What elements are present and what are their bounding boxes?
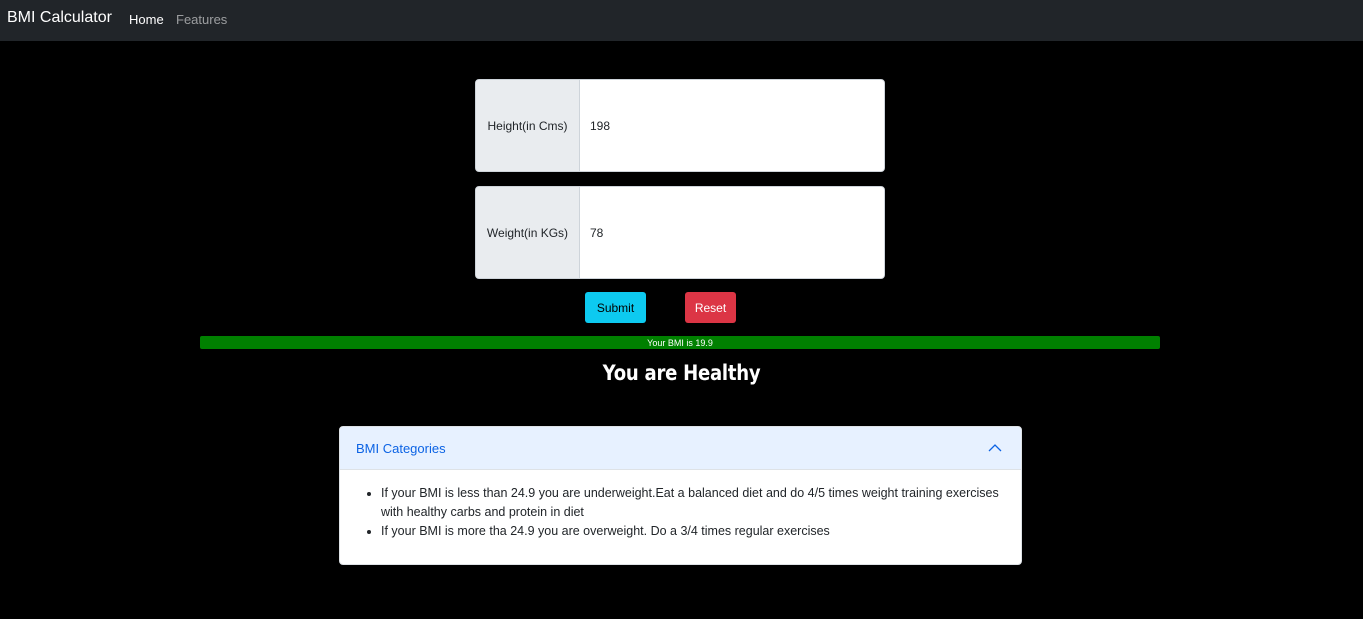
- height-label: Height(in Cms): [476, 80, 580, 171]
- nav-link-features[interactable]: Features: [176, 12, 227, 27]
- accordion-header[interactable]: BMI Categories: [340, 427, 1021, 470]
- accordion-body: If your BMI is less than 24.9 you are un…: [340, 470, 1021, 541]
- health-status: You are Healthy: [602, 361, 761, 385]
- reset-button[interactable]: Reset: [685, 292, 736, 323]
- height-input-group: Height(in Cms): [475, 79, 885, 172]
- chevron-up-icon: [988, 444, 1002, 452]
- submit-button[interactable]: Submit: [585, 292, 646, 323]
- bmi-accordion: BMI Categories If your BMI is less than …: [339, 426, 1022, 565]
- weight-input-group: Weight(in KGs): [475, 186, 885, 279]
- weight-label: Weight(in KGs): [476, 187, 580, 278]
- height-input[interactable]: [580, 80, 884, 171]
- bmi-category-list: If your BMI is less than 24.9 you are un…: [381, 484, 1005, 541]
- weight-input[interactable]: [580, 187, 884, 278]
- bmi-progress: Your BMI is 19.9: [200, 336, 1160, 349]
- list-item: If your BMI is more tha 24.9 you are ove…: [381, 522, 1005, 541]
- navbar: BMI Calculator Home Features: [0, 0, 1363, 41]
- bmi-progress-bar: Your BMI is 19.9: [200, 336, 1160, 349]
- navbar-brand[interactable]: BMI Calculator: [7, 9, 112, 27]
- nav-link-home[interactable]: Home: [129, 12, 164, 27]
- accordion-title: BMI Categories: [356, 440, 446, 456]
- list-item: If your BMI is less than 24.9 you are un…: [381, 484, 1005, 522]
